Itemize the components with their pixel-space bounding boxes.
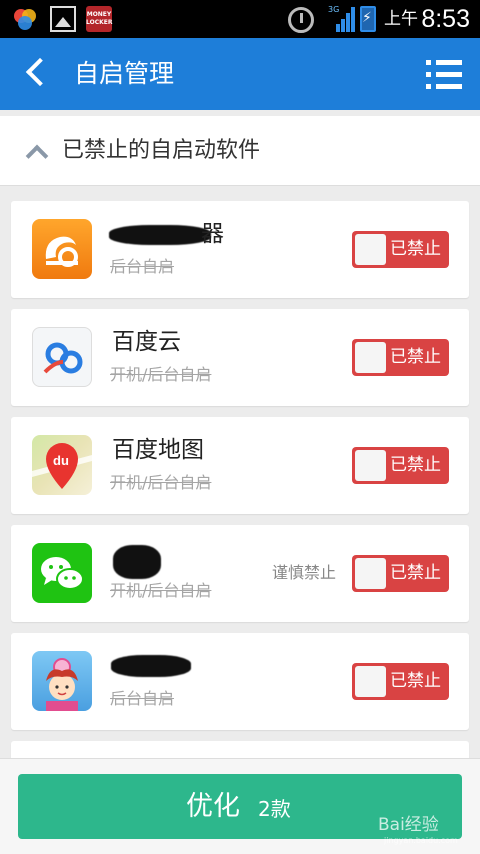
autostart-toggle[interactable]: 已禁止	[352, 339, 449, 376]
app-autostart-type: 开机/后台自启	[110, 581, 212, 600]
chevron-up-icon	[24, 144, 48, 160]
redacted-scribble	[109, 225, 211, 245]
optimize-label: 优化	[186, 791, 240, 822]
app-row-game: 后台自启 已禁止	[11, 633, 469, 730]
status-bar: MONEY LOCKER 3G 上午 8:53	[0, 0, 480, 38]
game-app-icon	[32, 651, 92, 711]
toggle-label: 已禁止	[390, 239, 441, 259]
redacted-scribble	[113, 545, 161, 579]
list-menu-button[interactable]	[426, 58, 462, 90]
list-menu-icon	[426, 60, 462, 65]
signal-icon	[334, 6, 356, 32]
toggle-label: 已禁止	[390, 563, 441, 583]
money-locker-label: MONEY LOCKER	[86, 11, 113, 26]
uc-browser-icon	[32, 219, 92, 279]
gallery-icon	[50, 6, 76, 32]
optimize-button[interactable]: 优化 2款 Bai经验 jingyan.baidu.com	[18, 774, 462, 845]
bottom-bar: 优化 2款 Bai经验 jingyan.baidu.com	[0, 758, 480, 854]
autostart-toggle[interactable]: 已禁止	[352, 231, 449, 268]
page-title: 自启管理	[74, 59, 175, 88]
section-header-disabled-apps[interactable]: 已禁止的自启动软件	[0, 116, 480, 186]
title-bar: 自启管理	[0, 38, 480, 110]
app-autostart-type: 开机/后台自启	[110, 473, 212, 492]
money-locker-icon: MONEY LOCKER	[86, 6, 112, 32]
app-autostart-type: 后台自启	[110, 257, 175, 276]
toggle-label: 已禁止	[390, 347, 441, 367]
app-row-uc-browser: 器 后台自启 已禁止	[11, 201, 469, 298]
toggle-label: 已禁止	[390, 455, 441, 475]
app-row-baidu-cloud: 百度云 开机/后台自启 已禁止	[11, 309, 469, 406]
app-row-wechat: 开机/后台自启 谨慎禁止 已禁止	[11, 525, 469, 622]
app-name: 百度地图	[112, 437, 204, 463]
wechat-icon	[32, 543, 92, 603]
app-autostart-type: 后台自启	[110, 689, 175, 708]
autostart-toggle[interactable]: 已禁止	[352, 555, 449, 592]
app-name: 百度云	[112, 329, 181, 355]
toggle-knob	[355, 342, 386, 373]
app-name: 器	[201, 221, 224, 247]
watermark-url: jingyan.baidu.com	[384, 836, 458, 845]
baidu-jingyan-watermark: Bai经验	[378, 815, 439, 835]
toggle-knob	[355, 558, 386, 589]
svg-text:du: du	[53, 453, 69, 468]
baidu-map-icon: du	[32, 435, 92, 495]
app-autostart-type: 开机/后台自启	[110, 365, 212, 384]
autostart-toggle[interactable]: 已禁止	[352, 447, 449, 484]
section-title: 已禁止的自启动软件	[62, 138, 261, 163]
alarm-icon	[288, 7, 314, 33]
toggle-knob	[355, 666, 386, 697]
back-button[interactable]	[20, 56, 56, 92]
toggle-label: 已禁止	[390, 671, 441, 691]
status-ampm: 上午	[384, 9, 418, 29]
autostart-toggle[interactable]: 已禁止	[352, 663, 449, 700]
status-time: 8:53	[421, 5, 470, 33]
app-row-baidu-map: du 百度地图 开机/后台自启 已禁止	[11, 417, 469, 514]
baidu-cloud-icon	[32, 327, 92, 387]
app-notification-icon	[12, 6, 38, 32]
caution-label: 谨慎禁止	[272, 563, 337, 582]
optimize-count: 2款	[258, 797, 291, 821]
redacted-scribble	[111, 655, 191, 677]
battery-charging-icon	[360, 6, 376, 32]
toggle-knob	[355, 450, 386, 481]
toggle-knob	[355, 234, 386, 265]
